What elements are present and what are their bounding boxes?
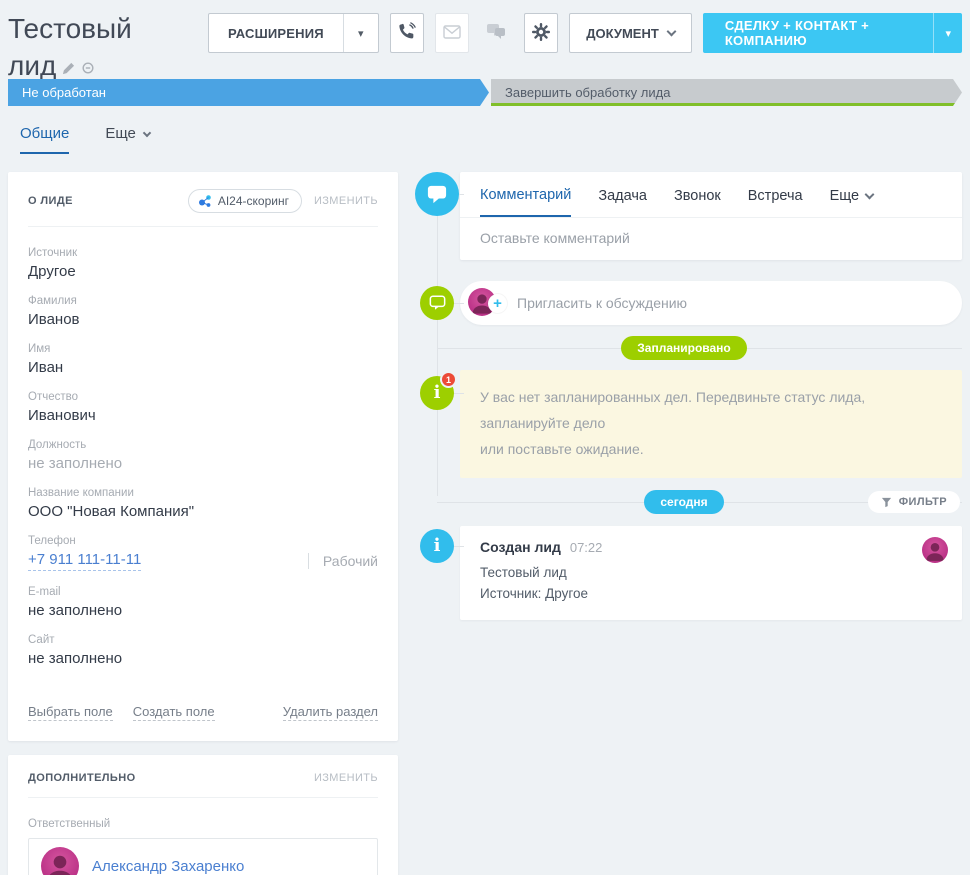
additional-edit-link[interactable]: ИЗМЕНИТЬ <box>314 772 378 784</box>
composer-tab-meeting[interactable]: Встреча <box>748 187 803 217</box>
about-lead-card: О ЛИДЕ AI24-скоринг ИЗМЕНИТЬ Источник Др… <box>8 172 398 741</box>
link-copy-icon[interactable] <box>81 47 95 84</box>
invite-row: + Пригласить к обсуждению <box>406 281 962 325</box>
lead-detail-page: Тестовый лид РАСШИРЕНИЯ ▾ ДОКУМЕНТ СДЕЛК… <box>0 0 970 875</box>
composer-tabs: Комментарий Задача Звонок Встреча Еще <box>460 172 962 217</box>
field-middle-name: Отчество Иванович <box>28 391 96 424</box>
page-header: Тестовый лид РАСШИРЕНИЯ ▾ ДОКУМЕНТ СДЕЛК… <box>8 0 963 81</box>
info-icon: i <box>420 529 454 563</box>
entry-line-title: Тестовый лид <box>480 565 567 580</box>
header-actions: РАСШИРЕНИЯ ▾ ДОКУМЕНТ СДЕЛКУ + КОНТАКТ +… <box>208 13 963 53</box>
responsible-user-link[interactable]: Александр Захаренко <box>92 858 244 875</box>
about-edit-link[interactable]: ИЗМЕНИТЬ <box>314 195 378 207</box>
info-icon: i 1 <box>420 371 457 410</box>
edit-title-icon[interactable] <box>62 47 75 84</box>
invite-to-discussion-button[interactable]: + Пригласить к обсуждению <box>460 281 962 325</box>
main-area: О ЛИДЕ AI24-скоринг ИЗМЕНИТЬ Источник Др… <box>8 172 962 875</box>
tab-general[interactable]: Общие <box>20 125 70 154</box>
field-responsible: Ответственный Александр Захаренко <box>28 818 378 875</box>
composer-tab-call[interactable]: Звонок <box>674 187 721 217</box>
chat-bubbles-icon <box>486 23 506 43</box>
primary-dropdown-caret[interactable]: ▾ <box>933 13 962 53</box>
composer-tab-comment[interactable]: Комментарий <box>480 187 572 217</box>
today-badge: сегодня <box>644 490 724 514</box>
planned-badge[interactable]: Запланировано <box>621 336 747 360</box>
gear-icon <box>531 22 551 45</box>
comment-input[interactable]: Оставьте комментарий <box>460 218 962 260</box>
phone-type-label: Рабочий <box>307 553 378 569</box>
add-participant-icon: + <box>488 294 507 313</box>
notice-row: i 1 У вас нет запланированных дел. Перед… <box>406 370 962 478</box>
about-lead-header: О ЛИДЕ AI24-скоринг ИЗМЕНИТЬ <box>8 172 398 226</box>
email-button[interactable] <box>434 13 469 53</box>
filter-button[interactable]: ФИЛЬТР <box>867 491 960 513</box>
additional-header: ДОПОЛНИТЕЛЬНО ИЗМЕНИТЬ <box>8 755 398 797</box>
ai-scoring-button[interactable]: AI24-скоринг <box>187 189 302 213</box>
phone-icon <box>397 22 416 44</box>
envelope-icon <box>442 24 461 42</box>
lead-details-column: О ЛИДЕ AI24-скоринг ИЗМЕНИТЬ Источник Др… <box>8 172 398 875</box>
extensions-button[interactable]: РАСШИРЕНИЯ ▾ <box>208 13 379 53</box>
field-site: Сайт не заполнено <box>28 634 123 667</box>
page-title-block: Тестовый лид <box>8 10 186 84</box>
chevron-down-icon <box>142 128 152 137</box>
call-button[interactable] <box>389 13 424 53</box>
document-button[interactable]: ДОКУМЕНТ <box>569 13 692 53</box>
settings-button[interactable] <box>524 13 559 53</box>
chat-button[interactable] <box>480 13 514 53</box>
field-last-name: Фамилия Иванов <box>28 295 80 328</box>
stage-finish-processing[interactable]: Завершить обработку лида <box>491 79 962 106</box>
activity-composer: Комментарий Задача Звонок Встреча Еще Ос… <box>460 172 962 260</box>
responsible-user-box[interactable]: Александр Захаренко <box>28 838 378 875</box>
funnel-icon <box>881 497 891 507</box>
ai-scoring-icon <box>198 195 211 207</box>
entry-title: Создан лид <box>480 539 561 555</box>
extensions-dropdown-caret[interactable]: ▾ <box>342 14 378 52</box>
create-field-link[interactable]: Создать поле <box>132 704 215 721</box>
created-lead-card[interactable]: Создан лид 07:22 Тестовый лид Источник: … <box>460 526 962 620</box>
avatar <box>41 847 79 875</box>
additional-fields: Ответственный Александр Захаренко Наблюд… <box>8 798 398 875</box>
field-phone: Телефон +7 911 111-11-11 Рабочий <box>28 535 378 571</box>
field-first-name: Имя Иван <box>28 343 64 376</box>
section-title: ДОПОЛНИТЕЛЬНО <box>28 772 136 784</box>
field-company-name: Название компании ООО "Новая Компания" <box>28 487 195 520</box>
stage-not-processed[interactable]: Не обработан <box>8 79 489 106</box>
chevron-down-icon <box>864 189 875 199</box>
notification-count-badge: 1 <box>440 371 457 388</box>
field-source: Источник Другое <box>28 247 78 280</box>
delete-section-link[interactable]: Удалить раздел <box>282 704 378 721</box>
no-planned-activities-notice: У вас нет запланированных дел. Передвинь… <box>460 370 962 478</box>
discussion-bubble-icon <box>420 286 454 320</box>
additional-card: ДОПОЛНИТЕЛЬНО ИЗМЕНИТЬ Ответственный Але… <box>8 755 398 875</box>
field-position: Должность не заполнено <box>28 439 123 472</box>
entry-line-source: Источник: Другое <box>480 585 589 601</box>
entry-time: 07:22 <box>569 540 603 555</box>
timeline-entry-created: i Создан лид 07:22 Тестовый лид Источник… <box>406 526 962 620</box>
chevron-down-icon <box>666 26 677 36</box>
create-deal-contact-company-button[interactable]: СДЕЛКУ + КОНТАКТ + КОМПАНИЮ ▾ <box>702 13 963 53</box>
composer-tab-task[interactable]: Задача <box>598 187 647 217</box>
composer-tab-more[interactable]: Еще <box>830 187 875 217</box>
planned-divider: Запланировано <box>406 336 962 360</box>
lead-stage-bar: Не обработан Завершить обработку лида <box>8 79 962 106</box>
today-divider: сегодня ФИЛЬТР <box>406 490 962 514</box>
timeline-column: Комментарий Задача Звонок Встреча Еще Ос… <box>406 172 962 772</box>
view-tabs: Общие Еще <box>8 106 962 154</box>
tab-more[interactable]: Еще <box>105 125 152 152</box>
composer-row: Комментарий Задача Звонок Встреча Еще Ос… <box>406 172 962 260</box>
comment-bubble-icon <box>415 172 459 216</box>
about-lead-fields: Источник Другое Фамилия Иванов Имя Иван … <box>8 227 398 692</box>
select-field-link[interactable]: Выбрать поле <box>28 704 113 721</box>
phone-number-link[interactable]: +7 911 111-11-11 <box>28 551 142 571</box>
section-title: О ЛИДЕ <box>28 195 73 207</box>
field-email: E-mail не заполнено <box>28 586 123 619</box>
avatar <box>922 537 948 563</box>
about-lead-footer: Выбрать поле Создать поле Удалить раздел <box>8 692 398 741</box>
